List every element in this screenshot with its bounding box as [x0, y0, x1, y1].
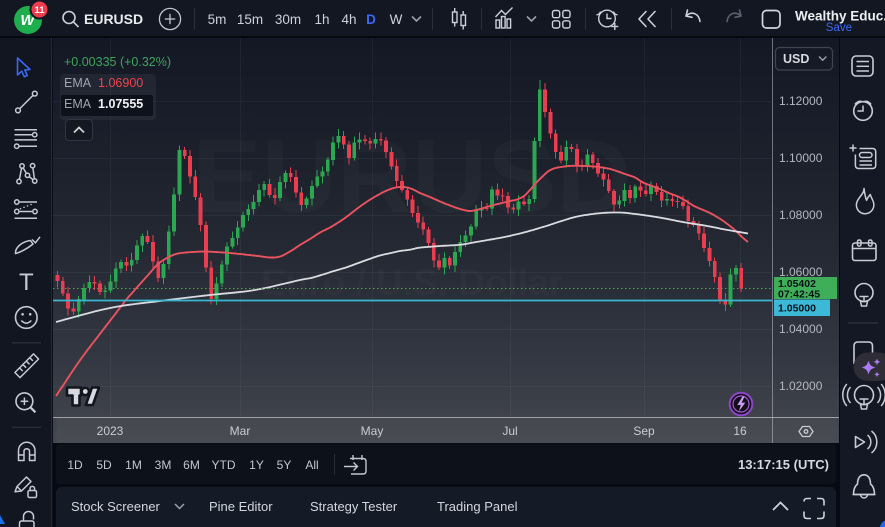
- svg-text:May: May: [361, 424, 384, 438]
- svg-text:16: 16: [733, 424, 747, 438]
- svg-text:Jul: Jul: [502, 424, 517, 438]
- svg-text:EURUSD: EURUSD: [192, 119, 631, 235]
- svg-text:USD: USD: [783, 52, 809, 66]
- svg-text:3M: 3M: [155, 458, 172, 472]
- svg-text:Mar: Mar: [230, 424, 251, 438]
- svg-text:Pine Editor: Pine Editor: [209, 499, 273, 514]
- svg-text:1.02000: 1.02000: [779, 379, 823, 393]
- svg-text:EURUSD: EURUSD: [84, 11, 143, 27]
- svg-text:Trading Panel: Trading Panel: [437, 499, 518, 514]
- svg-text:Save: Save: [826, 22, 852, 34]
- svg-text:W: W: [390, 12, 403, 27]
- svg-text:D: D: [366, 12, 376, 27]
- svg-text:07:42:45: 07:42:45: [778, 289, 820, 301]
- svg-text:5Y: 5Y: [277, 458, 292, 472]
- svg-text:1Y: 1Y: [249, 458, 264, 472]
- svg-text:5m: 5m: [208, 12, 227, 27]
- svg-text:1.12000: 1.12000: [779, 94, 823, 108]
- svg-text:Strategy Tester: Strategy Tester: [310, 499, 398, 514]
- svg-text:15m: 15m: [237, 12, 263, 27]
- svg-text:T: T: [19, 269, 34, 296]
- svg-text:Stock Screener: Stock Screener: [71, 499, 161, 514]
- svg-text:1M: 1M: [125, 458, 142, 472]
- svg-text:5D: 5D: [96, 458, 112, 472]
- svg-text:All: All: [305, 458, 318, 472]
- svg-text:Euro / U.S. Dollar: Euro / U.S. Dollar: [261, 262, 563, 303]
- svg-text:1.10000: 1.10000: [779, 151, 823, 165]
- svg-text:2023: 2023: [97, 424, 124, 438]
- svg-text:Sep: Sep: [633, 424, 655, 438]
- svg-text:1.04000: 1.04000: [779, 322, 823, 336]
- svg-text:1.06000: 1.06000: [779, 265, 823, 279]
- svg-text:1.05000: 1.05000: [778, 303, 816, 315]
- svg-text:1h: 1h: [314, 12, 329, 27]
- svg-text:1D: 1D: [67, 458, 83, 472]
- svg-text:13:17:15 (UTC): 13:17:15 (UTC): [738, 457, 829, 472]
- svg-text:4h: 4h: [341, 12, 356, 27]
- svg-text:11: 11: [34, 5, 45, 16]
- svg-text:30m: 30m: [275, 12, 301, 27]
- svg-text:YTD: YTD: [212, 458, 236, 472]
- svg-text:6M: 6M: [183, 458, 200, 472]
- svg-text:1.08000: 1.08000: [779, 208, 823, 222]
